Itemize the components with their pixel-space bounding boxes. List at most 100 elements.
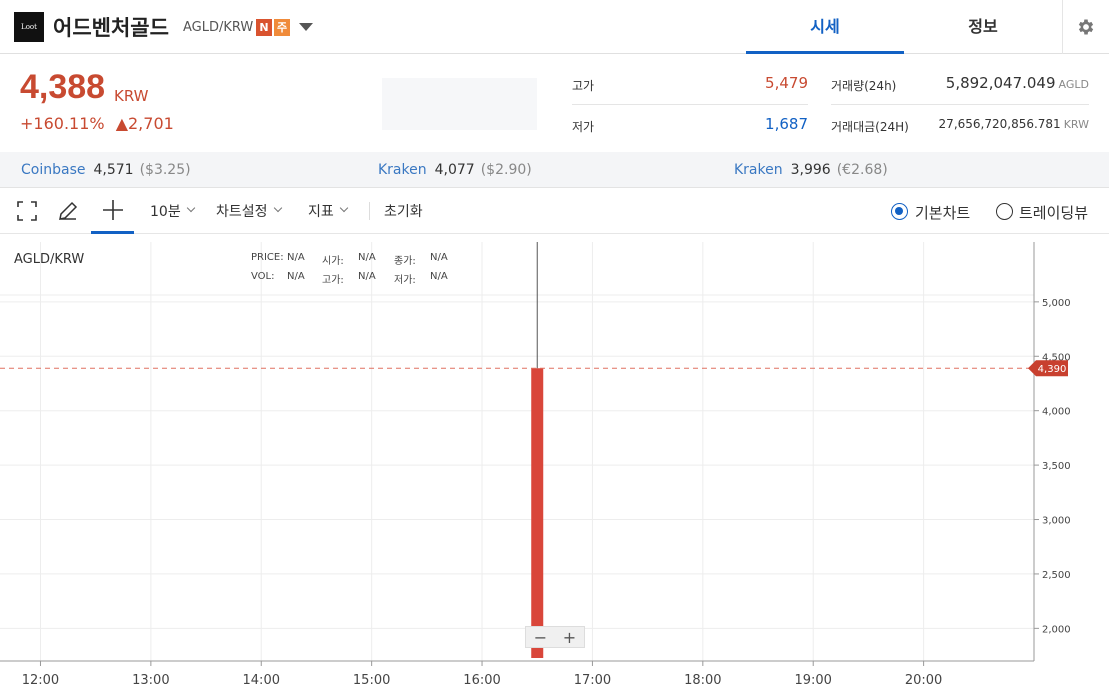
amount-value: 27,656,720,856.781 KRW xyxy=(920,117,1089,131)
exchange-sub: (€2.68) xyxy=(836,162,888,178)
tab-info[interactable]: 정보 xyxy=(904,0,1062,54)
price-change: +160.11% ▲2,701 xyxy=(20,114,174,133)
zoom-in-button[interactable]: + xyxy=(563,628,576,647)
volume-value: 5,892,047.049 AGLD xyxy=(920,74,1089,92)
current-price-label: 4,390 xyxy=(1038,364,1067,375)
chevron-down-icon xyxy=(273,203,282,213)
ohlc-close-label: 종가: xyxy=(394,256,416,267)
chevron-down-icon xyxy=(339,203,349,213)
chevron-down-icon xyxy=(186,203,195,213)
high-label: 고가 xyxy=(572,79,595,93)
pencil-icon-svg xyxy=(59,201,78,220)
ohlc-low-value: N/A xyxy=(430,271,448,282)
crosshair-tool[interactable] xyxy=(91,188,134,234)
divider xyxy=(572,104,808,105)
exchange-value: 3,996 xyxy=(790,162,831,178)
x-tick-label: 14:00 xyxy=(243,673,280,688)
y-tick-label: 2,000 xyxy=(1042,624,1071,635)
x-tick-label: 13:00 xyxy=(132,673,169,688)
ohlc-open-value: N/A xyxy=(358,252,376,263)
y-tick-label: 2,500 xyxy=(1042,570,1071,581)
exchange-value: 4,077 xyxy=(434,162,475,178)
change-percent: +160.11% xyxy=(20,114,105,133)
exchange-name: Kraken xyxy=(734,162,783,178)
coin-pair: AGLD/KRW xyxy=(183,20,254,35)
candle-body xyxy=(531,368,544,658)
y-tick-label: 3,000 xyxy=(1042,516,1071,527)
ohlc-vol-label: VOL: xyxy=(251,271,275,282)
fullscreen-icon[interactable] xyxy=(16,188,40,234)
pencil-icon[interactable] xyxy=(56,188,82,234)
ohlc-close-value: N/A xyxy=(430,252,448,263)
x-tick-label: 15:00 xyxy=(353,673,390,688)
high-value: 5,479 xyxy=(765,74,808,92)
coin-name[interactable]: 어드벤처골드 xyxy=(53,12,169,42)
amount-label: 거래대금(24H) xyxy=(831,120,909,134)
new-badge: N xyxy=(256,19,272,36)
price-chart[interactable]: 2,000 2,500 3,000 3,500 4,000 4,500 5,000 12:00… xyxy=(0,236,1109,696)
ohlc-vol-value: N/A xyxy=(287,271,305,282)
exchange-kraken-usd[interactable]: Kraken 4,077 ($2.90) xyxy=(378,162,532,178)
indicators-dropdown[interactable]: 지표 xyxy=(308,188,349,234)
volume-number: 5,892,047.049 xyxy=(945,74,1056,92)
exchange-price-bar: Coinbase 4,571 ($3.25) Kraken 4,077 ($2.90) … xyxy=(0,152,1109,188)
reset-button[interactable]: 초기화 xyxy=(384,188,423,234)
chart-settings-dropdown[interactable]: 차트설정 xyxy=(216,188,282,234)
current-price: 4,388 xyxy=(20,68,106,106)
x-tick-label: 20:00 xyxy=(905,673,942,688)
interval-label: 10분 xyxy=(150,204,181,220)
chart-toolbar: 10분 차트설정 지표 초기화 기본차트 트레이딩뷰 xyxy=(0,188,1109,234)
x-tick-label: 18:00 xyxy=(684,673,721,688)
ohlc-open-label: 시가: xyxy=(322,256,344,267)
gear-icon[interactable] xyxy=(1062,0,1109,54)
ohlc-high-label: 고가: xyxy=(322,275,344,286)
warning-badge: 주 xyxy=(274,19,290,36)
fullscreen-icon-svg xyxy=(17,201,37,221)
indicators-label: 지표 xyxy=(308,204,334,220)
amount-unit: KRW xyxy=(1063,118,1089,131)
divider xyxy=(831,104,1089,105)
zoom-controls: − + xyxy=(525,626,585,648)
zoom-out-button[interactable]: − xyxy=(534,628,547,647)
tradingview-label[interactable]: 트레이딩뷰 xyxy=(1019,202,1088,223)
change-amount: ▲2,701 xyxy=(115,114,174,133)
amount-number: 27,656,720,856.781 xyxy=(938,117,1061,131)
basic-chart-radio[interactable] xyxy=(891,203,908,220)
chart-settings-label: 차트설정 xyxy=(216,204,268,220)
toolbar-divider xyxy=(369,202,370,220)
x-tick-label: 17:00 xyxy=(574,673,611,688)
mini-chart-placeholder xyxy=(382,78,537,130)
tab-price[interactable]: 시세 xyxy=(746,0,904,54)
ohlc-price-value: N/A xyxy=(287,252,305,263)
tradingview-radio[interactable] xyxy=(996,203,1013,220)
x-tick-label: 16:00 xyxy=(463,673,500,688)
y-tick-label: 3,500 xyxy=(1042,461,1071,472)
coin-logo: Loot xyxy=(14,12,44,42)
exchange-coinbase[interactable]: Coinbase 4,571 ($3.25) xyxy=(21,162,191,178)
low-label: 저가 xyxy=(572,120,595,134)
crosshair-icon xyxy=(102,199,123,220)
x-tick-label: 12:00 xyxy=(22,673,59,688)
y-tick-label: 5,000 xyxy=(1042,298,1071,309)
interval-dropdown[interactable]: 10분 xyxy=(150,188,195,234)
exchange-name: Kraken xyxy=(378,162,427,178)
coin-select-caret-icon[interactable] xyxy=(299,23,313,31)
chart-pair-label: AGLD/KRW xyxy=(14,252,85,267)
exchange-kraken-eur[interactable]: Kraken 3,996 (€2.68) xyxy=(734,162,888,178)
header-bar: Loot 어드벤처골드 AGLD/KRW N 주 시세 정보 xyxy=(0,0,1109,54)
volume-unit: AGLD xyxy=(1058,78,1089,91)
basic-chart-label[interactable]: 기본차트 xyxy=(915,202,970,223)
exchange-value: 4,571 xyxy=(93,162,134,178)
ohlc-high-value: N/A xyxy=(358,271,376,282)
ohlc-low-label: 저가: xyxy=(394,275,416,286)
x-tick-label: 19:00 xyxy=(794,673,831,688)
gear-icon-svg xyxy=(1078,19,1094,35)
low-value: 1,687 xyxy=(765,115,808,133)
exchange-sub: ($3.25) xyxy=(139,162,191,178)
y-tick-label: 4,000 xyxy=(1042,407,1071,418)
volume-label: 거래량(24h) xyxy=(831,79,897,93)
ohlc-price-label: PRICE: xyxy=(251,252,284,263)
exchange-name: Coinbase xyxy=(21,162,86,178)
price-unit: KRW xyxy=(114,87,149,105)
exchange-sub: ($2.90) xyxy=(480,162,532,178)
